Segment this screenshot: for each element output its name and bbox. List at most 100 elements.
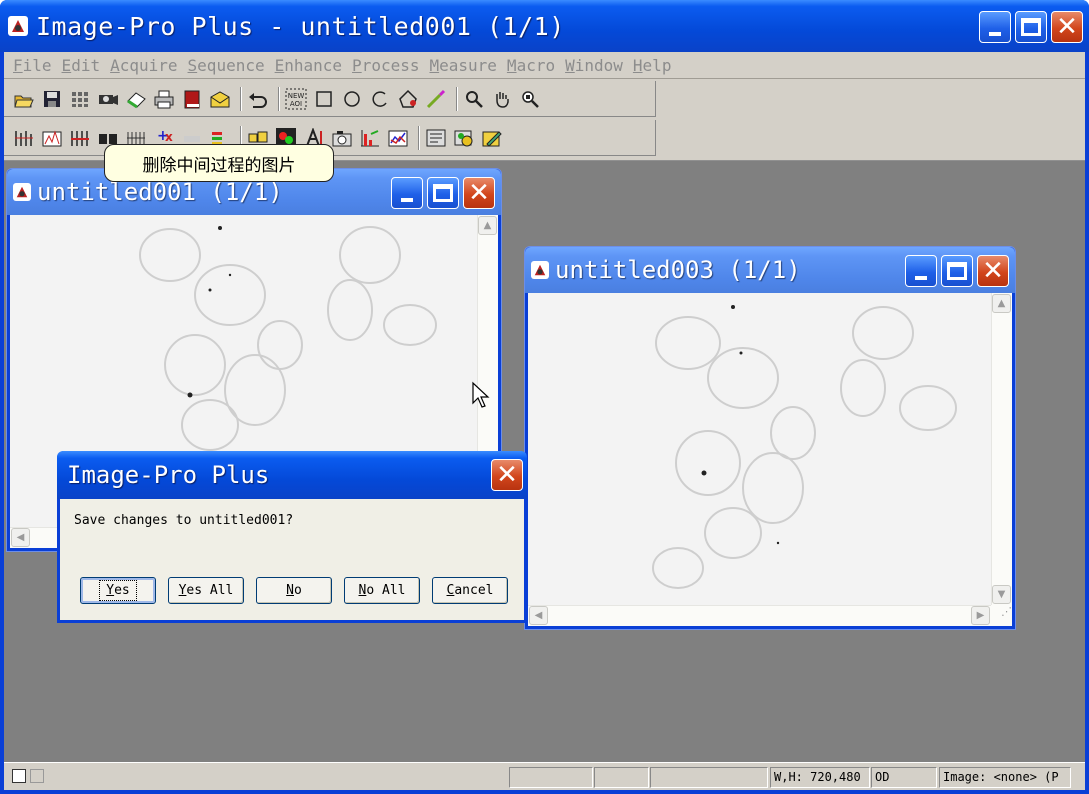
scroll-down-icon[interactable]: ▼ [992, 585, 1011, 604]
minimize-icon [915, 276, 927, 280]
scroll-left-icon[interactable]: ◀ [11, 528, 30, 547]
status-mode: OD [871, 767, 937, 788]
minimize-button[interactable] [905, 255, 937, 287]
minimize-button[interactable] [979, 11, 1011, 43]
maximize-icon [1021, 18, 1041, 36]
mail-icon[interactable] [208, 87, 232, 111]
scroll-up-icon[interactable]: ▲ [478, 216, 497, 235]
minimize-icon [401, 198, 413, 202]
size-grip-icon[interactable]: ⋰ [991, 605, 1012, 626]
image-window-untitled003: untitled003 (1/1) ✕ ▲ ▼ ◀ ▶ ⋰ [524, 246, 1016, 630]
image-window-title: untitled003 (1/1) [555, 256, 801, 284]
bitmap-analysis-icon[interactable] [68, 126, 92, 150]
window-mode-icon[interactable] [12, 769, 26, 783]
close-icon: ✕ [1056, 12, 1078, 42]
freeform-aoi-icon[interactable] [368, 87, 392, 111]
yes-button[interactable]: Yes [80, 577, 156, 604]
title-bar[interactable]: Image-Pro Plus - untitled001 (1/1) ✕ [0, 0, 1089, 52]
new-aoi-icon[interactable]: NEW AOI [284, 87, 308, 111]
menu-edit[interactable]: Edit [57, 56, 106, 75]
close-button[interactable]: ✕ [1051, 11, 1083, 43]
status-panel-empty-2 [594, 767, 649, 788]
ellipse-aoi-icon[interactable] [340, 87, 364, 111]
zoom-icon[interactable] [462, 87, 486, 111]
cascade-mode-icon[interactable] [30, 769, 44, 783]
close-button[interactable]: ✕ [463, 177, 495, 209]
camera-capture-icon[interactable] [330, 126, 354, 150]
maximize-icon [947, 262, 967, 280]
dialog-title-bar[interactable]: Image-Pro Plus ✕ [57, 451, 527, 499]
menu-acquire[interactable]: Acquire [105, 56, 182, 75]
polygon-aoi-icon[interactable] [396, 87, 420, 111]
toolbar-separator [418, 125, 420, 150]
histogram-chart-icon[interactable] [358, 126, 382, 150]
minimize-button[interactable] [391, 177, 423, 209]
app-icon[interactable] [8, 16, 28, 36]
image-canvas[interactable]: ▲ ▼ ◀ ▶ ⋰ [528, 293, 1012, 626]
minimize-icon [989, 32, 1001, 36]
svg-text:x: x [165, 130, 173, 144]
scroll-right-icon[interactable]: ▶ [971, 606, 990, 625]
close-icon: ✕ [496, 460, 518, 490]
image-window-title-bar[interactable]: untitled003 (1/1) ✕ [525, 247, 1015, 293]
automation-icon[interactable] [452, 126, 476, 150]
scroll-up-icon[interactable]: ▲ [992, 294, 1011, 313]
mouse-cursor-icon [472, 381, 490, 408]
menu-measure[interactable]: Measure [424, 56, 501, 75]
rectangle-aoi-icon[interactable] [312, 87, 336, 111]
menu-sequence[interactable]: Sequence [183, 56, 270, 75]
save-icon[interactable] [40, 87, 64, 111]
image-window-icon[interactable] [13, 183, 31, 201]
menu-process[interactable]: Process [347, 56, 424, 75]
edit-icon[interactable] [480, 126, 504, 150]
zoom-fit-icon[interactable] [518, 87, 542, 111]
status-image: Image: <none> (P [939, 767, 1071, 788]
undo-icon[interactable] [246, 87, 270, 111]
scroll-left-icon[interactable]: ◀ [529, 606, 548, 625]
menu-window[interactable]: Window [560, 56, 628, 75]
menu-enhance[interactable]: Enhance [270, 56, 347, 75]
toolbar-separator [278, 86, 280, 111]
svg-text:AOI: AOI [290, 100, 302, 108]
line-profile-icon[interactable] [40, 126, 64, 150]
camera-icon[interactable] [96, 87, 120, 111]
cancel-button[interactable]: Cancel [432, 577, 508, 604]
status-bar: W,H: 720,480 OD Image: <none> (P [4, 762, 1085, 790]
menu-bar: File Edit Acquire Sequence Enhance Proce… [4, 52, 1085, 79]
macro-icon[interactable] [424, 126, 448, 150]
dialog-body: Save changes to untitled001? Yes Yes All… [60, 499, 524, 620]
no-button[interactable]: No [256, 577, 332, 604]
maximize-button[interactable] [941, 255, 973, 287]
toolbar-separator [456, 86, 458, 111]
open-icon[interactable] [12, 87, 36, 111]
no-all-button[interactable]: No All [344, 577, 420, 604]
menu-help[interactable]: Help [628, 56, 677, 75]
grid-icon[interactable] [68, 87, 92, 111]
image-window-title: untitled001 (1/1) [37, 178, 283, 206]
maximize-button[interactable] [1015, 11, 1047, 43]
standard-toolbar: NEW AOI [4, 81, 656, 117]
cancel-button-label: Cancel [446, 583, 494, 598]
close-icon: ✕ [982, 256, 1004, 286]
menu-macro[interactable]: Macro [502, 56, 560, 75]
menu-file[interactable]: File [8, 56, 57, 75]
vertical-scrollbar[interactable]: ▲ ▼ [991, 293, 1012, 605]
dialog-title: Image-Pro Plus [67, 461, 270, 489]
image-window-icon[interactable] [531, 261, 549, 279]
close-button[interactable]: ✕ [977, 255, 1009, 287]
plot-icon[interactable] [386, 126, 410, 150]
dialog-close-button[interactable]: ✕ [491, 459, 523, 491]
wand-icon[interactable] [424, 87, 448, 111]
book-icon[interactable] [180, 87, 204, 111]
maximize-button[interactable] [427, 177, 459, 209]
horizontal-scrollbar[interactable]: ◀ ▶ [528, 605, 991, 626]
pan-icon[interactable] [490, 87, 514, 111]
eraser-icon[interactable] [124, 87, 148, 111]
status-panel-empty-1 [509, 767, 593, 788]
yes-all-button-label: Yes All [178, 583, 234, 598]
histogram-icon[interactable] [12, 126, 36, 150]
no-all-button-label: No All [358, 583, 406, 598]
print-icon[interactable] [152, 87, 176, 111]
toolbar-separator [240, 86, 242, 111]
yes-all-button[interactable]: Yes All [168, 577, 244, 604]
